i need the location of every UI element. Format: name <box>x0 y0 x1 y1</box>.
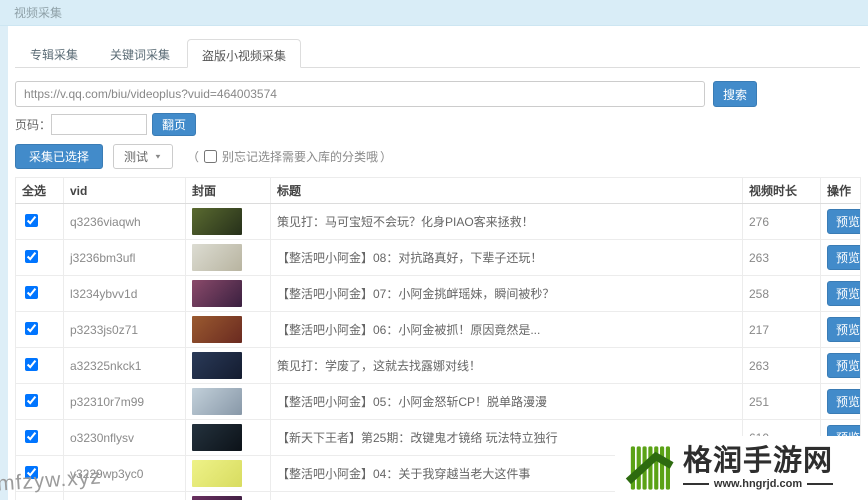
video-title: 【整活吧小阿金】08：对抗路真好，下辈子还玩！ <box>270 239 743 276</box>
site-name: 格润手游网 <box>683 444 834 477</box>
vid-value: p3229j2foxw <box>63 491 186 500</box>
video-title: 【整活吧小阿金】06：小阿金被抓！原因竟然是... <box>270 311 743 348</box>
row-checkbox[interactable] <box>25 213 38 227</box>
cover-thumbnail[interactable] <box>192 460 242 487</box>
watermark-site-box: 格润手游网 www.hngrjd.com <box>615 436 868 500</box>
page-title: 视频采集 <box>14 6 63 20</box>
cover-thumbnail[interactable] <box>192 244 242 271</box>
video-title: 【整活吧小阿金】07：小阿金挑衅瑶妹，瞬间被秒？ <box>270 275 743 312</box>
hint-open-paren: （ <box>186 150 199 164</box>
url-input[interactable] <box>15 81 705 107</box>
table-row: a32325nkck1 策见打：学废了，这就去找露娜对线！ 263 预览 <box>15 347 861 384</box>
video-duration: 263 <box>742 239 821 276</box>
vid-value: q3236viaqwh <box>63 203 186 240</box>
dash-left <box>683 483 709 486</box>
row-checkbox[interactable] <box>25 393 38 407</box>
table-row: l3234ybvv1d 【整活吧小阿金】07：小阿金挑衅瑶妹，瞬间被秒？ 258… <box>15 275 861 312</box>
cover-thumbnail[interactable] <box>192 388 242 415</box>
category-dropdown[interactable]: 测试 ▼ <box>113 144 173 169</box>
header-title: 标题 <box>270 177 743 204</box>
flip-page-button[interactable]: 翻页 <box>152 113 197 136</box>
video-title: 策见打：马可宝短不会玩？化身PIAO客来拯救！ <box>270 203 743 240</box>
search-button[interactable]: 搜索 <box>713 81 758 107</box>
table-row: p32310r7m99 【整活吧小阿金】05：小阿金怒斩CP！脱单路漫漫 251… <box>15 383 861 420</box>
video-duration: 263 <box>742 347 821 384</box>
actions-row: 采集已选择 测试 ▼ （ 别忘记选择需要入库的分类哦 ） <box>15 144 860 169</box>
video-duration: 251 <box>742 383 821 420</box>
cover-thumbnail[interactable] <box>192 352 242 379</box>
preview-button[interactable]: 预览 <box>827 353 860 378</box>
video-duration: 217 <box>742 311 821 348</box>
hint-close-paren: ） <box>379 150 392 164</box>
tab-album-collect[interactable]: 专辑采集 <box>15 38 93 67</box>
dash-right <box>807 483 834 486</box>
hint-text: 别忘记选择需要入库的分类哦 <box>221 150 378 164</box>
row-checkbox[interactable] <box>25 357 38 371</box>
table-row: p3233js0z71 【整活吧小阿金】06：小阿金被抓！原因竟然是... 21… <box>15 311 861 348</box>
hint-checkbox[interactable] <box>203 150 217 163</box>
cover-thumbnail[interactable] <box>192 424 242 451</box>
vid-value: a32325nkck1 <box>63 347 186 384</box>
header-duration: 视频时长 <box>742 177 821 204</box>
site-url: www.hngrjd.com <box>713 478 803 491</box>
vid-value: p32310r7m99 <box>63 383 186 420</box>
preview-button[interactable]: 预览 <box>827 317 860 342</box>
table-row: q3236viaqwh 策见打：马可宝短不会玩？化身PIAO客来拯救！ 276 … <box>15 203 861 240</box>
tab-keyword-collect[interactable]: 关键词采集 <box>95 38 185 67</box>
vid-value: p3233js0z71 <box>63 311 186 348</box>
watermark-text-block: 格润手游网 www.hngrjd.com <box>683 444 834 491</box>
row-checkbox[interactable] <box>25 321 38 335</box>
cover-thumbnail[interactable] <box>192 316 242 343</box>
header-vid: vid <box>63 177 186 204</box>
table-header-row: 全选 vid 封面 标题 视频时长 操作 <box>15 177 861 204</box>
preview-button[interactable]: 预览 <box>827 245 860 270</box>
vid-value: j3236bm3ufl <box>63 239 186 276</box>
pager-row: 页码： 翻页 <box>15 113 860 136</box>
site-logo-icon <box>625 446 674 490</box>
category-hint: （ 别忘记选择需要入库的分类哦 ） <box>187 148 392 165</box>
vid-value: l3234ybvv1d <box>63 275 186 312</box>
page-number-input[interactable] <box>51 114 148 135</box>
cover-thumbnail[interactable] <box>192 280 242 307</box>
site-url-row: www.hngrjd.com <box>683 478 834 491</box>
vid-value: o3230nflysv <box>63 419 186 456</box>
video-duration: 258 <box>742 275 821 312</box>
video-title: 【整活吧小阿金】05：小阿金怒斩CP！脱单路漫漫 <box>270 383 743 420</box>
video-title: 策见打：学废了，这就去找露娜对线！ <box>270 347 743 384</box>
category-dropdown-label: 测试 <box>124 150 149 164</box>
tab-bar: 专辑采集 关键词采集 盗版小视频采集 <box>15 38 860 68</box>
video-duration: 276 <box>742 203 821 240</box>
preview-button[interactable]: 预览 <box>827 281 860 306</box>
chevron-down-icon: ▼ <box>154 152 162 161</box>
header-operation: 操作 <box>820 177 861 204</box>
collect-selected-button[interactable]: 采集已选择 <box>15 144 104 169</box>
main-content: 专辑采集 关键词采集 盗版小视频采集 搜索 页码： 翻页 采集已选择 测试 ▼ … <box>15 38 861 500</box>
table-row: j3236bm3ufl 【整活吧小阿金】08：对抗路真好，下辈子还玩！ 263 … <box>15 239 861 276</box>
row-checkbox[interactable] <box>25 285 38 299</box>
preview-button[interactable]: 预览 <box>827 209 860 234</box>
search-row: 搜索 <box>15 81 860 107</box>
cover-thumbnail[interactable] <box>192 496 242 500</box>
row-checkbox[interactable] <box>25 429 38 443</box>
header-select-all[interactable]: 全选 <box>15 177 64 204</box>
page-number-label: 页码： <box>15 118 52 132</box>
preview-button[interactable]: 预览 <box>827 389 860 414</box>
panel-header: 视频采集 <box>0 0 868 26</box>
page-left-strip <box>0 26 8 500</box>
row-checkbox[interactable] <box>25 249 38 263</box>
tab-pirate-video-collect[interactable]: 盗版小视频采集 <box>187 39 302 68</box>
header-cover: 封面 <box>185 177 271 204</box>
cover-thumbnail[interactable] <box>192 208 242 235</box>
